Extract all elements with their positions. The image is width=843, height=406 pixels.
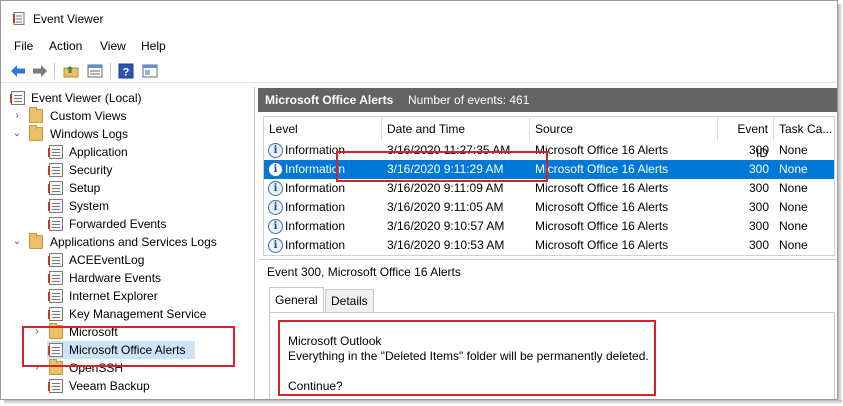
info-icon: i: [268, 143, 283, 158]
log-icon: [48, 145, 63, 159]
message-line: Everything in the "Deleted Items" folder…: [288, 349, 649, 363]
tree-item-openssh[interactable]: › OpenSSH: [3, 359, 253, 377]
log-icon: [48, 217, 63, 231]
folder-icon: [29, 125, 43, 141]
table-row[interactable]: i Information 3/16/2020 9:11:05 AM Micro…: [264, 198, 834, 217]
table-row[interactable]: i Information 3/16/2020 9:10:53 AM Micro…: [264, 236, 834, 255]
event-viewer-window: Event Viewer File Action View Help ? Eve…: [0, 0, 838, 400]
tab-general[interactable]: General: [269, 287, 324, 313]
menu-help[interactable]: Help: [141, 39, 166, 53]
tree-item-veeam-backup[interactable]: Veeam Backup: [3, 377, 253, 395]
table-row[interactable]: i Information 3/16/2020 9:10:57 AM Micro…: [264, 217, 834, 236]
tree-item-windows-logs[interactable]: ⌄ Windows Logs: [3, 125, 253, 143]
tree-item-custom-views[interactable]: › Custom Views: [3, 107, 253, 125]
info-icon: i: [268, 181, 283, 196]
tree-item-key-management-service[interactable]: Key Management Service: [3, 305, 253, 323]
folder-icon: [49, 323, 63, 339]
chevron-right-icon[interactable]: ›: [32, 323, 42, 341]
console-tree: Event Viewer (Local) › Custom Views ⌄ Wi…: [3, 87, 255, 399]
table-row[interactable]: i Information 3/16/2020 9:11:09 AM Micro…: [264, 179, 834, 198]
svg-text:?: ?: [123, 67, 130, 79]
up-folder-icon[interactable]: [62, 62, 80, 80]
column-header-date-time[interactable]: Date and Time: [382, 117, 530, 141]
tab-details[interactable]: Details: [325, 289, 374, 313]
column-header-level[interactable]: Level: [264, 117, 382, 141]
info-icon: i: [268, 162, 283, 177]
menu-file[interactable]: File: [14, 39, 33, 53]
table-row-selected[interactable]: i Information 3/16/2020 9:11:29 AM Micro…: [264, 160, 834, 179]
event-detail-title: Event 300, Microsoft Office 16 Alerts: [267, 265, 461, 279]
log-icon: [48, 289, 63, 303]
tree-item-application[interactable]: Application: [3, 143, 253, 161]
log-icon: [48, 163, 63, 177]
menu-view[interactable]: View: [100, 39, 126, 53]
tree-item-applications-services-logs[interactable]: ⌄ Applications and Services Logs: [3, 233, 253, 251]
tree-item-microsoft-office-alerts[interactable]: Microsoft Office Alerts: [47, 341, 195, 359]
column-header-task-category[interactable]: Task Ca...: [774, 117, 834, 141]
log-icon: [48, 181, 63, 195]
help-icon[interactable]: ?: [117, 62, 135, 80]
log-header: Microsoft Office Alerts Number of events…: [258, 88, 837, 112]
tree-item-microsoft[interactable]: › Microsoft: [3, 323, 253, 341]
window-shadow: [4, 400, 842, 404]
log-icon: [48, 379, 63, 393]
chevron-down-icon[interactable]: ⌄: [12, 233, 22, 251]
tree-item-setup[interactable]: Setup: [3, 179, 253, 197]
log-icon: [48, 343, 63, 357]
log-icon: [48, 271, 63, 285]
tree-root-event-viewer[interactable]: Event Viewer (Local): [3, 89, 253, 107]
event-count: Number of events: 461: [408, 93, 530, 107]
tree-item-aceeventlog[interactable]: ACEEventLog: [3, 251, 253, 269]
event-viewer-app-icon: [13, 12, 25, 25]
log-icon: [48, 253, 63, 267]
message-line: Microsoft Outlook: [288, 334, 382, 348]
info-icon: i: [268, 238, 283, 253]
menu-action[interactable]: Action: [49, 39, 82, 53]
log-icon: [48, 307, 63, 321]
tree-item-security[interactable]: Security: [3, 161, 253, 179]
properties-icon[interactable]: [86, 62, 104, 80]
tree-item-hardware-events[interactable]: Hardware Events: [3, 269, 253, 287]
event-message-panel: Microsoft Outlook Everything in the "Del…: [269, 312, 835, 399]
tree-item-system[interactable]: System: [3, 197, 253, 215]
message-line: Continue?: [288, 379, 343, 393]
log-icon: [48, 199, 63, 213]
event-viewer-icon: [10, 91, 25, 105]
chevron-right-icon[interactable]: ›: [32, 359, 42, 377]
back-arrow-icon[interactable]: [9, 62, 27, 80]
log-title: Microsoft Office Alerts: [265, 93, 394, 107]
events-table: Level Date and Time Source Event ID Task…: [263, 116, 835, 256]
forward-arrow-icon[interactable]: [31, 62, 49, 80]
window-shadow: [838, 4, 842, 404]
tree-item-forwarded-events[interactable]: Forwarded Events: [3, 215, 253, 233]
table-row[interactable]: i Information 3/16/2020 11:27:35 AM Micr…: [264, 141, 834, 160]
folder-icon: [29, 107, 43, 123]
menu-bar: File Action View Help: [1, 37, 837, 55]
window-title: Event Viewer: [33, 12, 104, 26]
folder-icon: [49, 359, 63, 375]
folder-icon: [29, 233, 43, 249]
column-header-source[interactable]: Source: [530, 117, 718, 141]
tree-item-internet-explorer[interactable]: Internet Explorer: [3, 287, 253, 305]
chevron-down-icon[interactable]: ⌄: [12, 125, 22, 143]
column-header-event-id[interactable]: Event ID: [718, 117, 774, 160]
info-icon: i: [268, 200, 283, 215]
info-icon: i: [268, 219, 283, 234]
chevron-right-icon[interactable]: ›: [12, 107, 22, 125]
pane-splitter[interactable]: [258, 259, 837, 260]
toolbar: ?: [1, 59, 837, 83]
title-bar: Event Viewer: [1, 1, 837, 35]
show-hide-pane-icon[interactable]: [141, 62, 159, 80]
